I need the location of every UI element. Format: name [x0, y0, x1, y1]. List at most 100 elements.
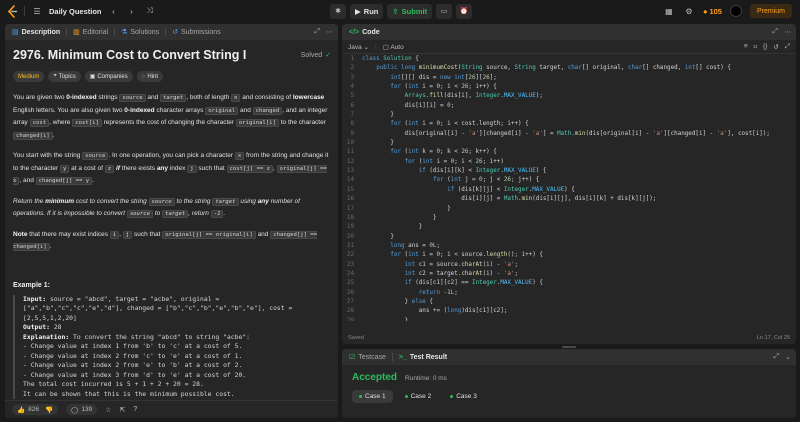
prev-problem-icon[interactable]: ‹: [108, 7, 120, 16]
collapse-icon[interactable]: ⌄: [785, 353, 791, 361]
tab-solutions[interactable]: ⚗ Solutions: [119, 24, 161, 40]
hint-tag[interactable]: ◌ Hint: [136, 71, 164, 82]
code-line[interactable]: 16 dis[i][j] = Math.min(dis[i][j], dis[i…: [342, 195, 796, 204]
submit-button[interactable]: ⇪ Submit: [387, 3, 433, 19]
code-line[interactable]: 8 for (int i = 0; i < cost.length; i++) …: [342, 120, 796, 129]
problem-description: 2976. Minimum Cost to Convert String I S…: [13, 48, 331, 399]
code-line[interactable]: 7 }: [342, 111, 796, 120]
next-problem-icon[interactable]: ›: [126, 7, 138, 16]
code-line[interactable]: 25 if (dis[c1][c2] == Integer.MAX_VALUE)…: [342, 279, 796, 288]
result-status: Accepted: [352, 372, 398, 383]
code-line[interactable]: 4 for (int i = 0; i < 26; i++) {: [342, 83, 796, 92]
avatar[interactable]: [729, 5, 742, 17]
maximize-icon[interactable]: ⤢: [314, 28, 320, 36]
topics-tag[interactable]: ⌖ Topics: [48, 71, 81, 82]
auto-mode-toggle[interactable]: ▢ Auto: [383, 43, 404, 51]
language-select[interactable]: Java ⌄: [348, 43, 369, 51]
run-button[interactable]: ▶ Run: [350, 3, 384, 19]
checkbox-icon: ☑: [349, 354, 356, 361]
building-icon: ▣: [89, 74, 96, 80]
thumbs-down-icon[interactable]: 👎: [45, 406, 53, 414]
code-line[interactable]: 27 } else {: [342, 298, 796, 307]
code-line[interactable]: 17 }: [342, 205, 796, 214]
code-line[interactable]: 5 Arrays.fill(dis[i], Integer.MAX_VALUE)…: [342, 92, 796, 101]
share-icon[interactable]: ⇱: [119, 406, 125, 414]
maximize-icon[interactable]: ⤢: [772, 28, 778, 36]
case-tab-1[interactable]: Case 1: [352, 390, 393, 403]
premium-button[interactable]: Premium: [749, 4, 792, 18]
code-line[interactable]: 2 public long minimumCost(String source,…: [342, 64, 796, 73]
reset-icon[interactable]: ↺: [773, 43, 778, 51]
settings-icon[interactable]: ⚙: [683, 7, 695, 16]
code-line[interactable]: 28 ans += (long)dis[c1][c2];: [342, 307, 796, 316]
leetcode-logo-icon[interactable]: [6, 4, 18, 18]
help-icon[interactable]: ?: [133, 406, 137, 413]
problem-panel: ▤ Description ▥ Editorial ⚗ Solutions ↺ Subm…: [5, 24, 338, 418]
pass-dot-icon: [450, 395, 454, 398]
layout-icon[interactable]: ▦: [663, 7, 675, 16]
line-content: }: [362, 205, 451, 212]
more-icon[interactable]: ⋯: [784, 28, 791, 36]
companies-tag[interactable]: ▣ Companies: [84, 71, 133, 82]
play-icon: ▶: [355, 6, 361, 16]
line-number: 4: [350, 84, 354, 91]
code-line[interactable]: 11 for (int k = 0; k < 26; k++) {: [342, 148, 796, 157]
line-number: 29: [346, 317, 354, 321]
tab-code[interactable]: </> Code: [347, 24, 382, 40]
timer-button[interactable]: ⏰: [456, 3, 473, 19]
code-line[interactable]: 10 }: [342, 139, 796, 148]
bookmark-icon[interactable]: ⌑: [754, 43, 757, 51]
tab-description[interactable]: ▤ Description: [10, 24, 62, 40]
shuffle-icon[interactable]: ⤨: [144, 6, 156, 16]
divider: [66, 28, 68, 36]
result-tabs: ☑ Testcase >_ Test Result ⤢ ⌄: [342, 349, 796, 365]
code-line[interactable]: 6 dis[i][i] = 0;: [342, 102, 796, 111]
code-line[interactable]: 21 long ans = 0L;: [342, 242, 796, 251]
streak-counter[interactable]: ● 105: [703, 7, 722, 16]
tab-editorial[interactable]: ▥ Editorial: [71, 24, 110, 40]
code-line[interactable]: 19 }: [342, 223, 796, 232]
code-line[interactable]: 24 int c2 = target.charAt(i) - 'a';: [342, 270, 796, 279]
code-line[interactable]: 9 dis[original[i] - 'a'][changed[i] - 'a…: [342, 130, 796, 139]
code-line[interactable]: 1 class Solution {: [342, 55, 796, 64]
problem-list-icon[interactable]: ☰: [31, 7, 43, 16]
star-icon[interactable]: ☆: [105, 406, 111, 414]
tab-test-result[interactable]: >_ Test Result: [397, 349, 449, 365]
code-line[interactable]: 18 }: [342, 214, 796, 223]
fullscreen-icon[interactable]: ⤢: [785, 43, 790, 51]
divider: |: [375, 43, 377, 50]
list-icon[interactable]: ≡: [744, 43, 748, 51]
like-button[interactable]: 👍 826 👎: [12, 404, 59, 415]
code-line[interactable]: 22 for (int i = 0; i < source.length(); …: [342, 251, 796, 260]
braces-icon[interactable]: {}: [763, 43, 767, 51]
comments-button[interactable]: ◯ 139: [66, 404, 98, 415]
line-number: 1: [350, 56, 354, 62]
code-line[interactable]: 14 for (int j = 0; j < 26; j++) {: [342, 176, 796, 185]
maximize-icon[interactable]: ⤢: [774, 353, 780, 361]
pass-dot-icon: [359, 395, 362, 398]
page-title[interactable]: 2976. Minimum Cost to Convert String I: [13, 48, 246, 62]
more-icon[interactable]: ⋯: [326, 28, 333, 36]
code-line[interactable]: 20 }: [342, 233, 796, 242]
case-tab-3[interactable]: Case 3: [443, 390, 484, 403]
daily-question-title[interactable]: Daily Question: [49, 7, 102, 16]
code-line[interactable]: 26 return -1L;: [342, 289, 796, 298]
tab-testcase[interactable]: ☑ Testcase: [347, 349, 388, 365]
case-tab-2[interactable]: Case 2: [398, 390, 439, 403]
notes-button[interactable]: ▭: [436, 3, 453, 19]
line-number: 7: [350, 112, 354, 119]
code-line[interactable]: 13 if (dis[i][k] < Integer.MAX_VALUE) {: [342, 167, 796, 176]
code-editor[interactable]: 1 class Solution {2 public long minimumCo…: [342, 55, 796, 321]
line-number: 3: [350, 74, 354, 81]
line-number: 19: [346, 224, 354, 231]
tab-submissions[interactable]: ↺ Submissions: [170, 24, 223, 40]
code-line[interactable]: 29 }: [342, 317, 796, 321]
code-line[interactable]: 12 for (int i = 0; i < 26; i++): [342, 158, 796, 167]
line-content: if (dis[k][j] < Integer.MAX_VALUE) {: [447, 186, 575, 193]
line-content: if (dis[c1][c2] == Integer.MAX_VALUE) {: [404, 280, 543, 287]
debug-button[interactable]: ✱: [330, 3, 346, 19]
problem-tabs: ▤ Description ▥ Editorial ⚗ Solutions ↺ Subm…: [5, 24, 338, 40]
code-line[interactable]: 23 int c1 = source.charAt(i) - 'a';: [342, 261, 796, 270]
code-line[interactable]: 15 if (dis[k][j] < Integer.MAX_VALUE) {: [342, 186, 796, 195]
code-line[interactable]: 3 int[][] dis = new int[26][26];: [342, 74, 796, 83]
